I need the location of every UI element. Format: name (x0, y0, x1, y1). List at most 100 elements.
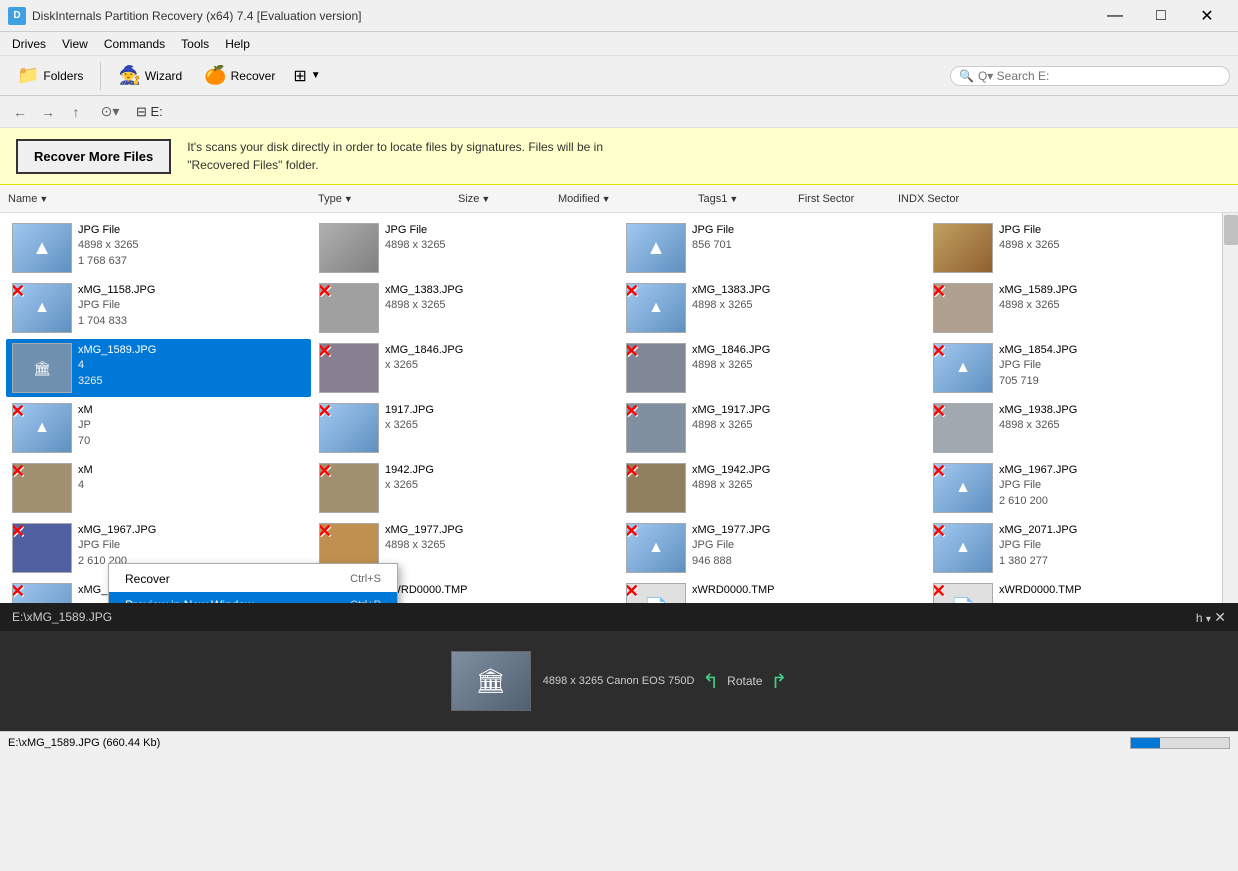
col-type[interactable]: Type ▼ (314, 193, 454, 205)
scrollbar-v[interactable] (1222, 213, 1238, 603)
file-item[interactable]: ▲ JPG File 4898 x 32651 768 637 (6, 219, 311, 277)
file-item[interactable]: ✕ ▲ xM JP70 (6, 399, 311, 457)
delete-marker: ✕ (933, 403, 946, 422)
file-info: xMG_1967.JPG JPG File2 610 200 (999, 463, 1077, 509)
back-button[interactable]: ← (8, 100, 32, 124)
file-item[interactable]: ✕ 📄 xWRD0000.TMP (927, 579, 1232, 603)
file-item[interactable]: ✕ xMG_1383.JPG 4898 x 3265 (313, 279, 618, 337)
preview-content: 🏛 4898 x 3265 Canon EOS 750D ↰ Rotate ↱ (451, 651, 788, 711)
delete-marker: ✕ (12, 283, 25, 302)
status-text: E:\xMG_1589.JPG (660.44 Kb) (8, 737, 160, 749)
preview-dimensions: 4898 x 3265 Canon EOS 750D (543, 675, 695, 687)
ctx-recover-shortcut: Ctrl+S (350, 573, 381, 585)
search-box[interactable]: 🔍 (950, 66, 1230, 86)
file-item[interactable]: ✕ xMG_1846.JPG x 3265 (313, 339, 618, 397)
file-item[interactable]: ✕ xMG_1917.JPG 4898 x 3265 (620, 399, 925, 457)
file-name: xMG_1967.JPG (78, 523, 156, 538)
delete-marker: ✕ (933, 463, 946, 482)
wizard-button[interactable]: 🧙 Wizard (109, 60, 191, 91)
menu-tools[interactable]: Tools (173, 35, 217, 53)
preview-close-button[interactable]: ✕ (1214, 609, 1226, 626)
file-thumbnail: 🏛 (12, 343, 72, 393)
menu-drives[interactable]: Drives (4, 35, 54, 53)
file-item[interactable]: JPG File 4898 x 3265 (927, 219, 1232, 277)
wizard-icon: 🧙 (118, 65, 140, 86)
file-detail: x 3265 (385, 358, 463, 373)
up-button[interactable]: ↑ (64, 100, 88, 124)
file-grid[interactable]: ▲ JPG File 4898 x 32651 768 637 JPG File… (0, 213, 1238, 603)
file-name: xMG_1846.JPG (692, 343, 770, 358)
file-name: 1942.JPG (385, 463, 434, 478)
file-name: 1917.JPG (385, 403, 434, 418)
file-detail: 4 (78, 478, 93, 493)
recover-button[interactable]: 🍊 Recover (195, 60, 284, 91)
menu-bar: Drives View Commands Tools Help (0, 32, 1238, 56)
ctx-preview[interactable]: Preview in New Window Ctrl+P (109, 592, 397, 603)
file-name: JPG File (999, 223, 1060, 238)
search-input[interactable] (978, 69, 1221, 83)
delete-marker: ✕ (12, 583, 25, 602)
maximize-button[interactable]: □ (1138, 0, 1184, 32)
file-item[interactable]: ✕ ▲ xMG_1967.JPG JPG File2 610 200 (927, 459, 1232, 517)
rotate-right-button[interactable]: ↱ (771, 669, 788, 694)
file-info: 1917.JPG x 3265 (385, 403, 434, 434)
file-thumbnail: ✕ ▲ (933, 463, 993, 513)
nav-bar: ← → ↑ ⊙▾ ⊟ E: (0, 96, 1238, 128)
file-detail: JPG File1 704 833 (78, 298, 155, 329)
minimize-button[interactable]: — (1092, 0, 1138, 32)
col-tags[interactable]: Tags1 ▼ (694, 193, 794, 205)
file-item[interactable]: ✕ xMG_1938.JPG 4898 x 3265 (927, 399, 1232, 457)
grid-icon: ⊞ (293, 66, 306, 86)
file-thumbnail: ✕ (319, 403, 379, 453)
ctx-recover[interactable]: Recover Ctrl+S (109, 566, 397, 592)
col-size[interactable]: Size ▼ (454, 193, 554, 205)
current-path: ⊟ E: (136, 104, 163, 120)
folders-button[interactable]: 📁 Folders (8, 60, 92, 91)
file-item[interactable]: JPG File 4898 x 3265 (313, 219, 618, 277)
preview-h-button[interactable]: h (1196, 611, 1203, 625)
wizard-label: Wizard (145, 69, 182, 83)
file-item[interactable]: ✕ ▲ xMG_1854.JPG JPG File705 719 (927, 339, 1232, 397)
view-toggle-button[interactable]: ⊞ ▼ (288, 63, 325, 89)
menu-view[interactable]: View (54, 35, 96, 53)
ctx-preview-shortcut: Ctrl+P (350, 599, 381, 603)
col-modified[interactable]: Modified ▼ (554, 193, 694, 205)
recover-more-files-button[interactable]: Recover More Files (16, 139, 171, 174)
file-item-selected[interactable]: 🏛 xMG_1589.JPG 43265 (6, 339, 311, 397)
history-button[interactable]: ⊙▾ (92, 100, 128, 124)
col-indx-sector[interactable]: INDX Sector (894, 193, 1218, 205)
menu-commands[interactable]: Commands (96, 35, 173, 53)
file-item[interactable]: ▲ JPG File 856 701 (620, 219, 925, 277)
file-info: xMG_1383.JPG 4898 x 3265 (692, 283, 770, 314)
delete-marker: ✕ (12, 463, 25, 482)
file-item[interactable]: ✕ ▲ xMG_1977.JPG JPG File946 888 (620, 519, 925, 577)
delete-marker: ✕ (626, 283, 639, 302)
file-name: xMG_1383.JPG (385, 283, 463, 298)
delete-marker: ✕ (319, 283, 332, 302)
file-item[interactable]: ✕ ▲ xMG_2071.JPG JPG File1 380 277 (927, 519, 1232, 577)
file-thumbnail: ✕ (933, 403, 993, 453)
file-item[interactable]: ✕ 1917.JPG x 3265 (313, 399, 618, 457)
file-item[interactable]: ✕ ▲ xMG_1383.JPG 4898 x 3265 (620, 279, 925, 337)
file-item[interactable]: ✕ ▲ xMG_1158.JPG JPG File1 704 833 (6, 279, 311, 337)
delete-marker: ✕ (933, 523, 946, 542)
file-item[interactable]: ✕ xM 4 (6, 459, 311, 517)
col-first-sector[interactable]: First Sector (794, 193, 894, 205)
file-item[interactable]: ✕ xMG_1846.JPG 4898 x 3265 (620, 339, 925, 397)
ctx-preview-label: Preview in New Window (125, 598, 254, 603)
rotate-left-button[interactable]: ↰ (702, 669, 719, 694)
file-item[interactable]: ✕ 1942.JPG x 3265 (313, 459, 618, 517)
file-item[interactable]: ✕ xMG_1942.JPG 4898 x 3265 (620, 459, 925, 517)
col-name[interactable]: Name ▼ (4, 193, 314, 205)
file-item[interactable]: ✕ xMG_1589.JPG 4898 x 3265 (927, 279, 1232, 337)
forward-button[interactable]: → (36, 100, 60, 124)
delete-marker: ✕ (933, 583, 946, 602)
file-name: xMG_1589.JPG (78, 343, 156, 358)
file-name: xMG_1917.JPG (692, 403, 770, 418)
scrollbar-thumb[interactable] (1224, 215, 1238, 245)
close-button[interactable]: ✕ (1184, 0, 1230, 32)
menu-help[interactable]: Help (217, 35, 258, 53)
file-item[interactable]: ✕ 📄 xWRD0000.TMP (620, 579, 925, 603)
preview-dropdown-button[interactable]: ▾ (1206, 614, 1211, 625)
delete-marker: ✕ (626, 463, 639, 482)
